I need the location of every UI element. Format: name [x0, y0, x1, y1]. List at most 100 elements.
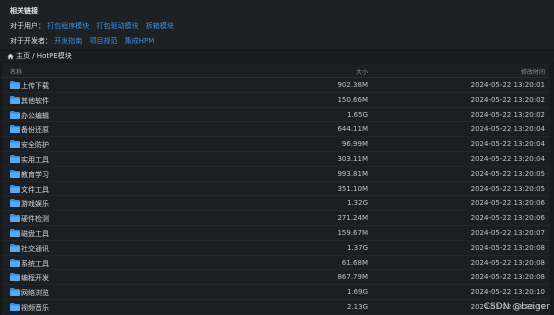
folder-icon: [10, 184, 20, 193]
table-row[interactable]: 游戏娱乐 1.32G 2024-05-22 13:20:06: [2, 196, 550, 212]
row-size: 303.11M: [337, 154, 368, 163]
table-row[interactable]: 上传下载 902.38M 2024-05-22 13:20:01: [2, 78, 550, 93]
row-size: 96.99M: [341, 140, 368, 149]
row-size: 1.65G: [346, 110, 368, 119]
row-date: 2024-05-22 13:20:02: [470, 110, 545, 119]
row-date: 2024-05-22 13:20:05: [470, 169, 545, 178]
link-project-spec[interactable]: 项目规范: [89, 37, 117, 45]
folder-icon: [10, 214, 20, 223]
watermark: CSDN @beiger: [483, 302, 550, 312]
row-size: 351.10M: [337, 184, 368, 193]
table-row[interactable]: 安全防护 96.99M 2024-05-22 13:20:04: [2, 137, 550, 152]
row-size: 993.81M: [337, 169, 368, 178]
row-name[interactable]: 视频音乐: [21, 303, 49, 313]
table-row[interactable]: 编程开发 867.79M 2024-05-22 13:20:08: [2, 270, 550, 286]
row-size: 1.32G: [346, 199, 368, 208]
header-size[interactable]: 大小: [356, 67, 368, 76]
row-name[interactable]: 文件工具: [21, 185, 49, 195]
folder-icon: [10, 199, 20, 208]
table-row[interactable]: 实用工具 303.11M 2024-05-22 13:20:04: [2, 152, 550, 167]
row-date: 2024-05-22 13:20:08: [470, 243, 545, 252]
row-date: 2024-05-22 13:20:08: [470, 273, 545, 282]
folder-icon: [10, 125, 20, 134]
row-name[interactable]: 备份还原: [21, 125, 49, 135]
devs-links-row: 对于开发者： 开发指南 项目规范 集成HPM: [10, 36, 544, 46]
table-row[interactable]: 备份还原 644.11M 2024-05-22 13:20:04: [2, 122, 550, 138]
row-date: 2024-05-22 13:20:04: [470, 140, 545, 149]
link-dev-guide[interactable]: 开发指南: [54, 37, 82, 45]
row-name[interactable]: 安全防护: [21, 140, 49, 150]
row-date: 2024-05-22 13:20:06: [470, 214, 545, 223]
devs-prefix: 对于开发者：: [10, 37, 52, 45]
table-row[interactable]: 磁盘工具 159.67M 2024-05-22 13:20:07: [2, 226, 550, 241]
table-row[interactable]: 视频音乐 2.13G 2024-05-22 13:20:10: [2, 300, 550, 315]
table-row[interactable]: 社交通讯 1.37G 2024-05-22 13:20:08: [2, 241, 550, 256]
table-row[interactable]: 其他软件 150.66M 2024-05-22 13:20:02: [2, 93, 550, 108]
row-name[interactable]: 其他软件: [21, 96, 49, 106]
file-table: 名称 大小 修改时间 上传下载 902.38M 2024-05-22 13:20:0…: [2, 63, 550, 315]
table-row[interactable]: 网络浏览 1.69G 2024-05-22 13:20:10: [2, 285, 550, 300]
table-row[interactable]: 硬件检测 271.24M 2024-05-22 13:20:06: [2, 211, 550, 226]
row-date: 2024-05-22 13:20:10: [470, 288, 545, 297]
folder-icon: [10, 243, 20, 252]
row-size: 902.38M: [337, 81, 368, 89]
header-date[interactable]: 修改时间: [521, 67, 545, 76]
folder-icon: [10, 228, 20, 237]
table-body: 上传下载 902.38M 2024-05-22 13:20:01 其他软件 150.66…: [2, 78, 550, 315]
folder-icon: [10, 110, 20, 119]
folder-icon: [10, 273, 20, 282]
folder-icon: [10, 140, 20, 149]
link-pack-program-module[interactable]: 打包程序模块: [47, 22, 89, 30]
link-unpack-module[interactable]: 拆箱模块: [146, 22, 174, 30]
link-pack-driver-module[interactable]: 打包驱动模块: [96, 22, 138, 30]
link-integrate-hpm[interactable]: 集成HPM: [125, 37, 155, 45]
row-name[interactable]: 网络浏览: [21, 288, 49, 298]
breadcrumb[interactable]: 主页 / HotPE模块: [0, 50, 554, 62]
row-date: 2024-05-22 13:20:07: [470, 228, 545, 237]
table-row[interactable]: 办公编辑 1.65G 2024-05-22 13:20:02: [2, 108, 550, 123]
row-size: 1.37G: [346, 243, 368, 252]
row-name[interactable]: 实用工具: [21, 155, 49, 165]
row-size: 271.24M: [337, 214, 368, 223]
row-name[interactable]: 游戏娱乐: [21, 199, 49, 209]
row-name[interactable]: 教育学习: [21, 170, 49, 180]
row-date: 2024-05-22 13:20:05: [470, 184, 545, 193]
folder-icon: [10, 302, 20, 311]
row-size: 159.67M: [337, 228, 368, 237]
home-icon: [7, 53, 14, 59]
row-size: 2.13G: [346, 302, 368, 311]
folder-icon: [10, 95, 20, 104]
row-date: 2024-05-22 13:20:01: [470, 81, 545, 89]
row-date: 2024-05-22 13:20:04: [470, 125, 545, 134]
related-links-panel: 相关链接 对于用户： 打包程序模块 打包驱动模块 拆箱模块 对于开发者： 开发指…: [0, 0, 554, 49]
folder-icon: [10, 288, 20, 297]
folder-icon: [10, 81, 20, 89]
panel-title: 相关链接: [10, 7, 38, 15]
row-size: 867.79M: [337, 273, 368, 282]
row-date: 2024-05-22 13:20:02: [470, 95, 545, 104]
row-date: 2024-05-22 13:20:06: [470, 199, 545, 208]
table-row[interactable]: 文件工具 351.10M 2024-05-22 13:20:05: [2, 182, 550, 197]
table-row[interactable]: 教育学习 993.81M 2024-05-22 13:20:05: [2, 167, 550, 182]
row-name[interactable]: 编程开发: [21, 273, 49, 283]
table-header: 名称 大小 修改时间: [2, 63, 550, 78]
row-name[interactable]: 系统工具: [21, 259, 49, 269]
users-prefix: 对于用户：: [10, 22, 45, 30]
table-row[interactable]: 系统工具 61.68M 2024-05-22 13:20:08: [2, 256, 550, 271]
row-size: 644.11M: [337, 125, 368, 134]
row-name[interactable]: 磁盘工具: [21, 229, 49, 239]
row-date: 2024-05-22 13:20:08: [470, 258, 545, 267]
row-name[interactable]: 硬件检测: [21, 214, 49, 224]
row-size: 1.69G: [346, 288, 368, 297]
row-size: 150.66M: [337, 95, 368, 104]
row-date: 2024-05-22 13:20:04: [470, 154, 545, 163]
folder-icon: [10, 154, 20, 163]
breadcrumb-text[interactable]: 主页 / HotPE模块: [16, 50, 72, 62]
header-name[interactable]: 名称: [10, 67, 22, 76]
folder-icon: [10, 258, 20, 267]
row-name[interactable]: 办公编辑: [21, 111, 49, 121]
users-links-row: 对于用户： 打包程序模块 打包驱动模块 拆箱模块: [10, 21, 544, 31]
row-name[interactable]: 上传下载: [21, 81, 49, 91]
folder-icon: [10, 169, 20, 178]
row-name[interactable]: 社交通讯: [21, 244, 49, 254]
